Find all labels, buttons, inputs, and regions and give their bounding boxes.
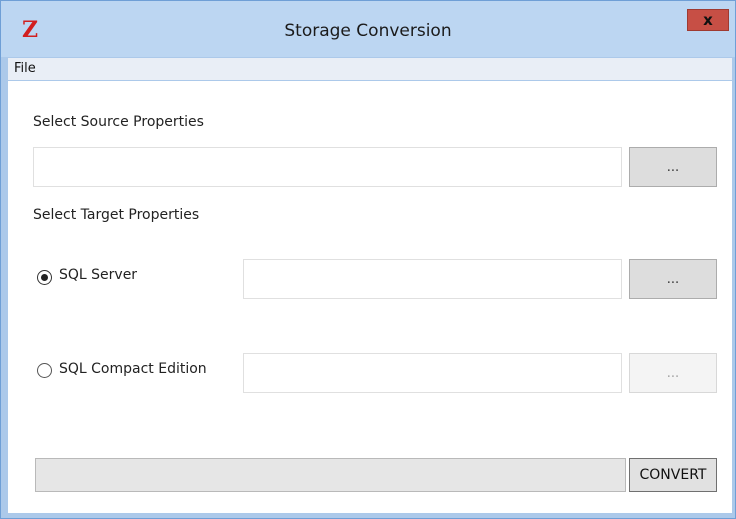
sql-server-label[interactable]: SQL Server xyxy=(59,267,137,283)
sql-server-browse-button[interactable]: ... xyxy=(629,259,717,299)
source-section-label: Select Source Properties xyxy=(33,114,204,130)
title-bar: Z Storage Conversion x xyxy=(1,1,735,57)
close-button[interactable]: x xyxy=(687,9,729,31)
close-icon: x xyxy=(703,11,713,29)
window-title: Storage Conversion xyxy=(284,21,452,41)
menu-bar: File xyxy=(8,58,732,80)
app-window: Z Storage Conversion x File Select Sourc… xyxy=(0,0,736,519)
sql-server-path-input[interactable] xyxy=(243,259,622,299)
target-section-label: Select Target Properties xyxy=(33,207,200,223)
sql-compact-label[interactable]: SQL Compact Edition xyxy=(59,361,207,377)
convert-button[interactable]: CONVERT xyxy=(629,458,717,492)
source-browse-button[interactable]: ... xyxy=(629,147,717,187)
sql-compact-radio[interactable] xyxy=(37,363,52,378)
sql-compact-path-input[interactable] xyxy=(243,353,622,393)
sql-server-radio[interactable] xyxy=(37,270,52,285)
sql-compact-browse-button[interactable]: ... xyxy=(629,353,717,393)
source-path-input[interactable] xyxy=(33,147,622,187)
radio-selected-dot xyxy=(41,274,48,281)
main-panel: Select Source Properties ... Select Targ… xyxy=(8,81,732,513)
conversion-progress-bar xyxy=(35,458,626,492)
menu-file[interactable]: File xyxy=(14,61,36,76)
